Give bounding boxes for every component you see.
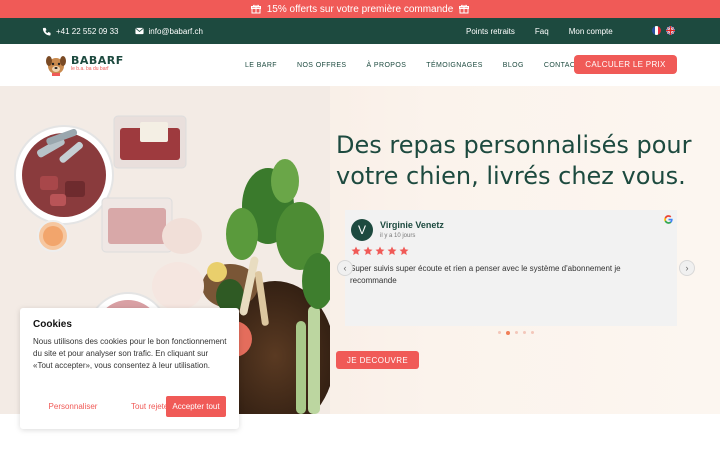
brand-name: BABARF xyxy=(71,54,124,67)
star-icon xyxy=(387,246,397,255)
main-navigation: BABARF le b.a. ba du barf LE BARF NOS OF… xyxy=(0,44,720,86)
nav-le-barf[interactable]: LE BARF xyxy=(245,62,277,69)
nav-blog[interactable]: BLOG xyxy=(503,62,524,69)
points-retraits-link[interactable]: Points retraits xyxy=(466,27,515,36)
star-icon xyxy=(375,246,385,255)
review-card: V Virginie Venetz il y a 10 jours Super … xyxy=(345,210,677,326)
carousel-dot[interactable] xyxy=(523,331,526,334)
reviewer-name: Virginie Venetz xyxy=(380,220,444,230)
chevron-right-icon: › xyxy=(685,263,689,273)
email-link[interactable]: info@babarf.ch xyxy=(134,26,203,36)
google-icon xyxy=(664,215,673,224)
top-info-bar: +41 22 552 09 33 info@babarf.ch Points r… xyxy=(0,18,720,44)
star-rating xyxy=(351,246,409,256)
faq-link[interactable]: Faq xyxy=(535,27,549,36)
cookie-banner: Cookies Nous utilisons des cookies pour … xyxy=(20,308,239,429)
phone-icon xyxy=(42,27,51,36)
english-flag-icon[interactable] xyxy=(666,26,675,35)
phone-link[interactable]: +41 22 552 09 33 xyxy=(42,27,119,36)
star-icon xyxy=(363,246,373,255)
gift-icon xyxy=(459,4,470,14)
phone-number: +41 22 552 09 33 xyxy=(56,26,119,36)
calculate-price-button[interactable]: CALCULER LE PRIX xyxy=(574,55,677,74)
carousel-next-button[interactable]: › xyxy=(679,260,695,276)
account-link[interactable]: Mon compte xyxy=(569,27,613,36)
promo-text: 15% offerts sur votre première commande xyxy=(266,3,454,15)
dog-logo-icon xyxy=(46,56,66,76)
accept-all-button[interactable]: Accepter tout xyxy=(166,396,226,417)
cookie-title: Cookies xyxy=(33,319,72,330)
chevron-left-icon: ‹ xyxy=(343,263,347,273)
hero-headline: Des repas personnalisés pour votre chien… xyxy=(336,131,692,190)
review-date: il y a 10 jours xyxy=(380,233,416,239)
nav-a-propos[interactable]: À PROPOS xyxy=(367,62,407,69)
review-text: Super suivis super écoute et rien a pens… xyxy=(350,264,621,285)
carousel-prev-button[interactable]: ‹ xyxy=(337,260,353,276)
star-icon xyxy=(351,246,361,255)
promo-banner: 15% offerts sur votre première commande xyxy=(0,0,720,18)
discover-button[interactable]: JE DECOUVRE xyxy=(336,351,419,369)
gift-icon xyxy=(250,4,261,14)
carousel-dots xyxy=(498,330,534,335)
carousel-dot-active[interactable] xyxy=(506,330,510,335)
nav-nos-offres[interactable]: NOS OFFRES xyxy=(297,62,347,69)
mail-icon xyxy=(134,27,144,35)
email-address: info@babarf.ch xyxy=(148,26,203,36)
carousel-dot[interactable] xyxy=(515,331,518,334)
customize-cookies-button[interactable]: Personnaliser xyxy=(33,396,113,417)
star-icon xyxy=(399,246,409,255)
nav-temoignages[interactable]: TÉMOIGNAGES xyxy=(426,62,483,69)
logo[interactable]: BABARF le b.a. ba du barf xyxy=(44,52,124,76)
cookie-text: Nous utilisons des cookies pour le bon f… xyxy=(33,337,227,370)
carousel-dot[interactable] xyxy=(531,331,534,334)
avatar: V xyxy=(351,219,373,241)
carousel-dot[interactable] xyxy=(498,331,501,334)
french-flag-icon[interactable] xyxy=(652,26,661,35)
brand-tagline: le b.a. ba du barf xyxy=(71,66,109,72)
